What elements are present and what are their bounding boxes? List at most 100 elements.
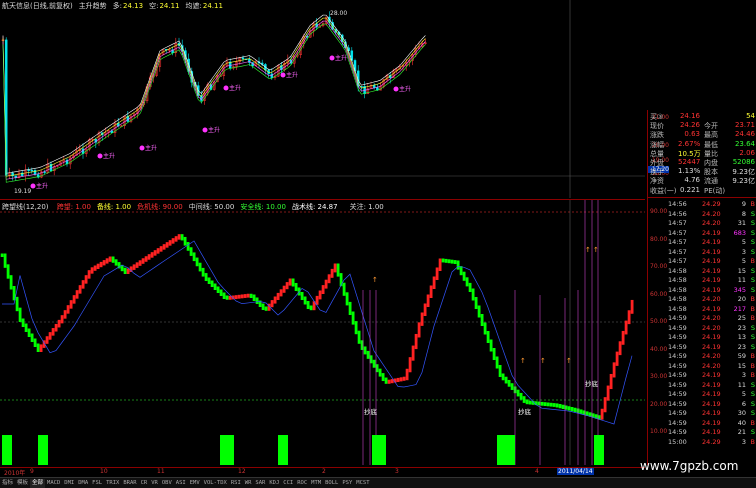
oscillator-step	[474, 297, 478, 309]
tick-side: B	[750, 257, 755, 265]
oscillator-step	[510, 383, 514, 390]
oscillator-step	[195, 257, 199, 267]
tick-time: 14:58	[668, 295, 687, 303]
quote-row: 外盘 52447 内盘 52086	[650, 158, 755, 167]
kline-chart[interactable]: 主升主升主升主升主升主升主升主升	[0, 0, 645, 198]
signal-dot	[139, 145, 145, 151]
tick-price: 24.19	[702, 418, 721, 427]
signal-label-3: 抄底	[585, 380, 598, 388]
tick-vol: 25	[737, 314, 746, 322]
tick-side: S	[750, 209, 755, 218]
oscillator-step	[96, 263, 100, 269]
tick-price: 24.19	[702, 266, 721, 275]
tick-vol: 683	[733, 228, 746, 237]
oscillator-step	[408, 357, 412, 373]
oscillator-step	[354, 321, 358, 335]
up-arrow-icon: ↑	[593, 246, 599, 254]
oscillator-axis-label: 90.00	[650, 208, 668, 215]
oscillator-step	[99, 261, 103, 268]
oscillator-step	[453, 260, 457, 264]
tick-time: 14:57	[668, 238, 687, 246]
oscillator-step	[384, 377, 388, 384]
tick-side: S	[750, 428, 755, 436]
quote-row: 收益(一) 0.221 PE(动)	[650, 186, 755, 195]
oscillator-step	[225, 295, 229, 300]
oscillator-step	[558, 404, 562, 409]
oscillator-step	[459, 266, 463, 276]
tick-vol: 217	[733, 304, 746, 313]
oscillator-step	[165, 242, 169, 248]
tick-time: 14:57	[668, 257, 687, 265]
duo-label: 多:	[112, 2, 123, 10]
tick-time: 14:58	[668, 304, 687, 313]
green-block	[220, 435, 234, 465]
oscillator-step	[525, 399, 529, 405]
quote-row: 净资 4.76 流通 9.23亿	[650, 176, 755, 185]
oscillator-legend-item: 安全线: 10.00	[240, 203, 286, 211]
watermark: www.7gpzb.com	[640, 459, 739, 473]
tick-time: 14:59	[668, 314, 687, 322]
main-chart-header: 航天信息(日线,前复权) 主升趋势 多:24.13 空:24.11 均遮:24.11	[2, 1, 229, 11]
tick-side: S	[750, 380, 755, 389]
quote-lbl2: PE(动)	[704, 186, 726, 195]
quote-v2: 23.64	[734, 139, 755, 148]
up-arrow-icon: ↑	[540, 357, 546, 365]
date-axis-label: 3	[395, 468, 399, 475]
date-axis: 2010年 9 10 11 12 2 3 4 2011/04/14	[0, 467, 645, 477]
tick-row: 14:59 24.19 40 B	[650, 419, 755, 427]
oscillator-step	[492, 348, 496, 360]
oscillator-step	[336, 263, 340, 277]
tick-vol: 5	[741, 238, 746, 246]
signal-dot	[223, 85, 229, 91]
tick-price: 24.19	[702, 228, 721, 237]
oscillator-step	[69, 300, 73, 309]
oscillator-step	[105, 258, 109, 264]
signal-dot	[202, 127, 208, 133]
oscillator-step	[189, 247, 193, 256]
tick-side: B	[750, 371, 755, 379]
low-price-label: 19.19	[14, 188, 32, 195]
oscillator-step	[252, 294, 256, 301]
oscillator-step	[63, 310, 67, 319]
tick-side: S	[750, 333, 755, 341]
oscillator-step	[414, 333, 418, 350]
oscillator-step	[579, 409, 583, 414]
oscillator-chart[interactable]: ↑↑ ↑ ↑↑ ↑	[0, 200, 645, 465]
oscillator-step	[162, 244, 166, 250]
tick-price: 24.19	[702, 257, 721, 265]
oscillator-step	[186, 242, 190, 251]
tick-vol: 5	[741, 257, 746, 265]
oscillator-step	[405, 368, 409, 381]
green-block	[372, 435, 386, 465]
oscillator-step	[435, 267, 439, 280]
moving-average-line	[2, 20, 426, 180]
green-block	[278, 435, 288, 465]
tick-side: S	[750, 409, 755, 417]
tick-side: B	[750, 418, 755, 427]
up-arrow-icon: ↑	[566, 357, 572, 365]
tick-row: 14:59 24.19 30 S	[650, 409, 755, 417]
candle-body	[30, 169, 34, 172]
candle-body	[372, 85, 376, 89]
signal-dot	[329, 55, 335, 61]
oscillator-step	[630, 299, 634, 314]
tick-vol: 3	[741, 437, 746, 446]
oscillator-step	[201, 267, 205, 277]
oscillator-step	[0, 253, 4, 257]
oscillator-step	[618, 341, 622, 356]
green-block	[497, 435, 515, 465]
oscillator-step	[543, 402, 547, 406]
oscillator-step	[147, 254, 151, 260]
tick-time: 14:57	[668, 247, 687, 256]
oscillator-step	[153, 250, 157, 256]
oscillator-step	[255, 297, 259, 304]
signal-label: 主升	[145, 144, 157, 152]
tick-vol: 8	[741, 209, 746, 218]
oscillator-step	[351, 311, 355, 325]
quote-v2: 52086	[732, 158, 755, 166]
oscillator-step	[78, 285, 82, 294]
oscillator-header: 跨望线(12,20) 跨望: 1.00 备线: 1.00 危机线: 90.00 中间线…	[2, 202, 390, 212]
oscillator-step	[192, 252, 196, 262]
tick-price: 24.19	[702, 342, 721, 351]
oscillator-step	[420, 312, 424, 326]
